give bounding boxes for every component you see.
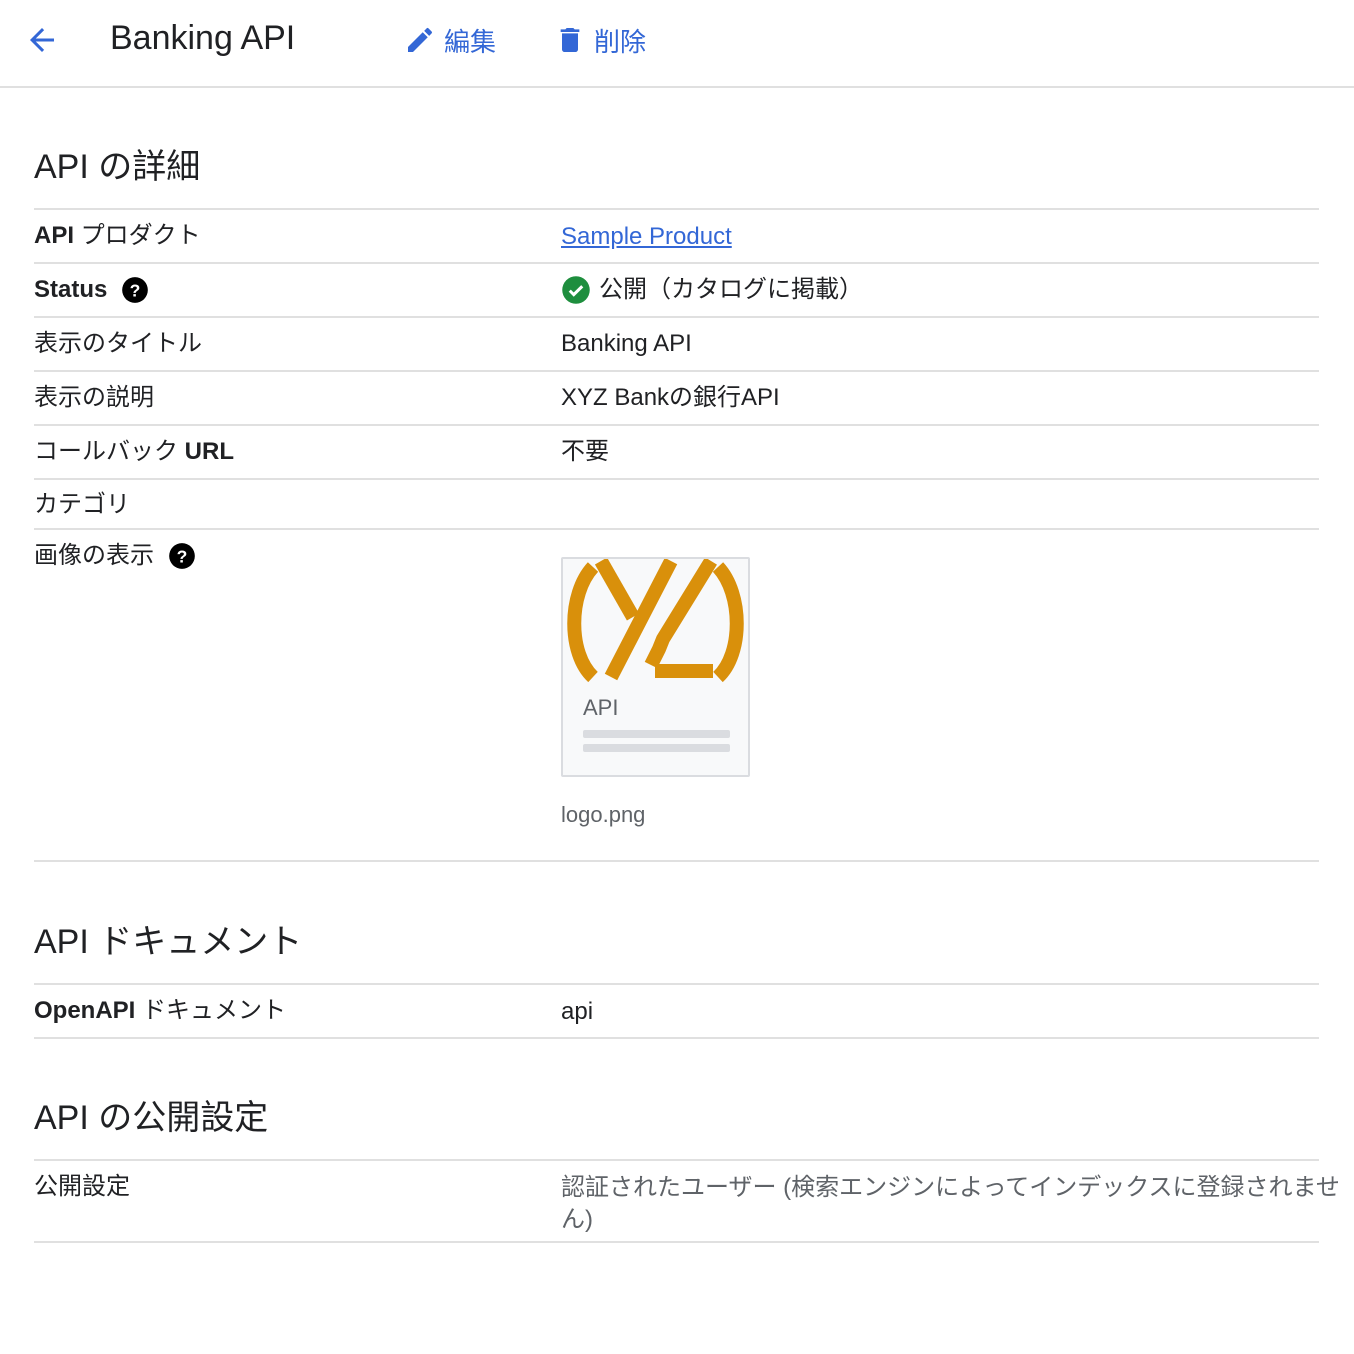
status-label: Status ? [34,274,149,306]
divider [34,1241,1319,1243]
visibility-value-line2: ん) [561,1206,593,1233]
details-heading: API の詳細 [34,148,201,186]
divider [34,262,1319,264]
description-value: XYZ Bankの銀行API [561,384,780,411]
description-label: 表示の説明 [34,384,154,411]
divider [34,208,1319,210]
placeholder-line [583,730,730,738]
product-link[interactable]: Sample Product [561,223,732,250]
divider [34,1037,1319,1039]
divider [34,983,1319,985]
back-button[interactable] [20,18,64,62]
delete-label: 削除 [594,26,647,57]
status-value: 公開（カタログに掲載） [561,274,863,306]
divider [34,370,1319,372]
divider [34,528,1319,530]
callback-label-rest: コールバック [34,438,185,465]
placeholder-line [583,744,730,752]
divider [34,1159,1319,1161]
page-title: Banking API [110,19,296,57]
logo-card-text: API [583,695,619,720]
visibility-label: 公開設定 [34,1173,130,1200]
logo-preview-card[interactable]: API [561,557,750,777]
display-title-label: 表示のタイトル [34,330,202,357]
divider [34,424,1319,426]
svg-text:?: ? [177,546,188,566]
openapi-value: api [561,998,594,1025]
help-icon[interactable]: ? [168,542,196,570]
callback-label-bold: URL [184,438,234,465]
delete-button[interactable]: 削除 [554,20,646,60]
image-label: 画像の表示 ? [34,540,196,572]
xyz-logo-icon [567,559,744,683]
edit-label: 編集 [444,26,497,57]
divider [34,478,1319,480]
logo-filename: logo.png [561,802,646,827]
callback-label: コールバック URL [34,436,234,468]
top-bar: Banking API 編集 削除 [0,0,1354,88]
svg-text:?: ? [130,280,141,300]
openapi-label-rest: ドキュメント [135,997,287,1024]
image-label-text: 画像の表示 [34,542,154,569]
openapi-label: OpenAPI ドキュメント [34,995,286,1027]
check-circle-icon [562,276,590,304]
help-icon[interactable]: ? [121,276,149,304]
category-label: カテゴリ [34,491,130,518]
callback-value: 不要 [561,438,609,465]
status-text: 公開（カタログに掲載） [599,276,863,303]
openapi-label-bold: OpenAPI [34,997,136,1024]
visibility-heading: API の公開設定 [34,1099,269,1137]
product-label-rest: プロダクト [74,222,201,249]
divider [34,860,1319,862]
docs-heading: API ドキュメント [34,923,303,961]
divider [34,316,1319,318]
edit-button[interactable]: 編集 [404,20,496,60]
pencil-icon [408,27,433,52]
product-label: API プロダクト [34,220,201,252]
product-label-bold: API [34,222,75,249]
display-title-value: Banking API [561,330,692,357]
visibility-value-line1: 認証されたユーザー (検索エンジンによってインデックスに登録されませ [561,1174,1340,1201]
trash-icon [560,28,580,52]
arrow-back-icon [30,28,54,52]
status-label-text: Status [34,276,108,303]
